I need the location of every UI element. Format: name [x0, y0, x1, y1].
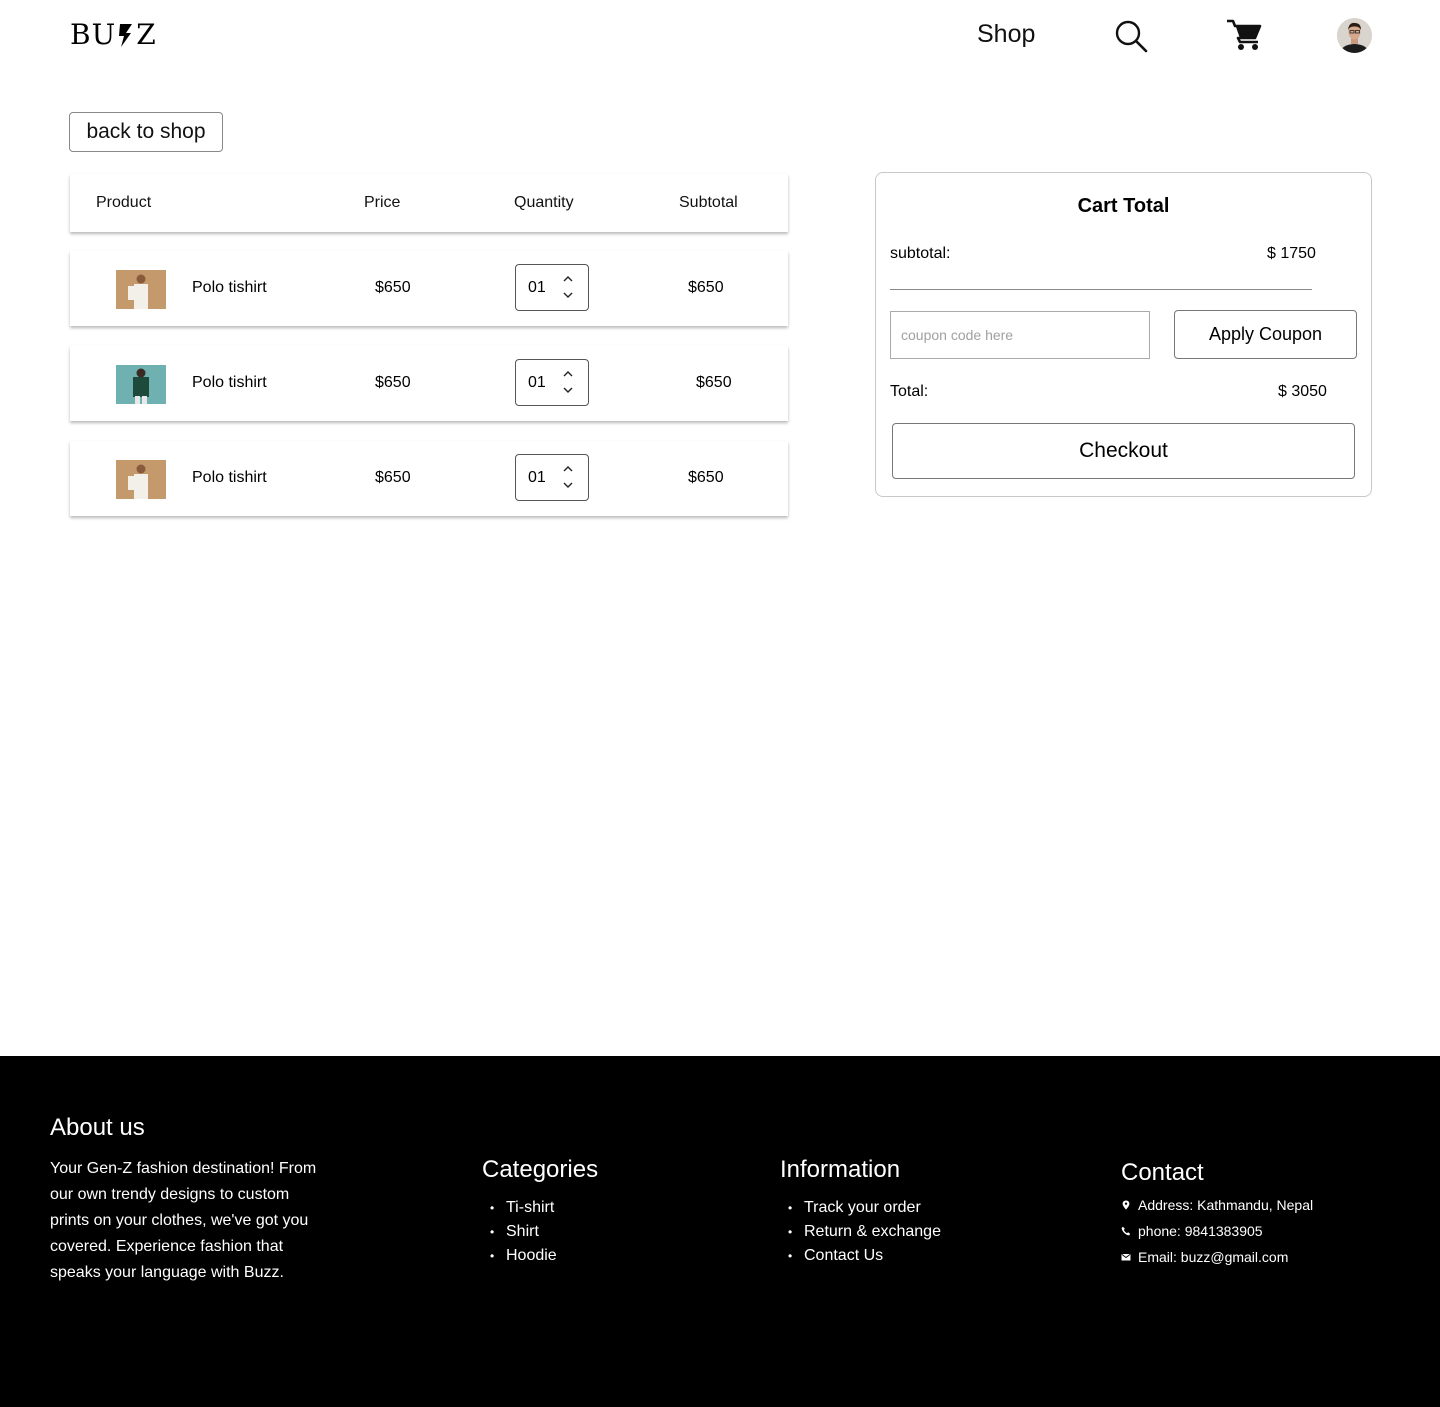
footer-contact-list: Address: Kathmandu, Nepal phone: 9841383… [1121, 1192, 1313, 1270]
footer-link-hoodie[interactable]: Hoodie [482, 1244, 557, 1268]
buzz-logo[interactable]: BU Z [70, 18, 157, 51]
footer-categories-list: Ti-shirt Shirt Hoodie [482, 1196, 557, 1268]
product-name: Polo tishirt [192, 279, 267, 296]
contact-phone: phone: 9841383905 [1121, 1218, 1313, 1244]
product-thumbnail[interactable] [116, 365, 166, 404]
footer-link-shirt[interactable]: Shirt [482, 1220, 557, 1244]
nav-shop-link[interactable]: Shop [977, 20, 1035, 49]
subtotal-label: subtotal: [890, 245, 951, 262]
contact-address: Address: Kathmandu, Nepal [1121, 1192, 1313, 1218]
product-name: Polo tishirt [192, 469, 267, 486]
location-pin-icon [1122, 1200, 1130, 1210]
row-subtotal: $650 [696, 374, 732, 391]
profile-photo [1337, 18, 1372, 53]
row-subtotal: $650 [688, 469, 724, 486]
column-header-product: Product [96, 194, 152, 211]
product-price: $650 [375, 469, 411, 486]
contact-address-text: Address: Kathmandu, Nepal [1138, 1197, 1314, 1213]
cart-table-header: Product Price Quantity Subtotal [70, 174, 788, 232]
column-header-subtotal: Subtotal [679, 194, 738, 211]
cart-total-panel: Cart Total subtotal: $ 1750 Apply Coupon… [875, 172, 1372, 497]
site-footer: About us Your Gen-Z fashion destination!… [0, 1056, 1440, 1407]
back-to-shop-button[interactable]: back to shop [69, 112, 223, 152]
mail-icon [1121, 1253, 1131, 1261]
lightning-icon [119, 23, 133, 47]
product-thumbnail[interactable] [116, 460, 166, 499]
footer-about-title: About us [50, 1114, 145, 1141]
quantity-stepper[interactable]: 01 [515, 359, 589, 406]
footer-link-track-order[interactable]: Track your order [780, 1196, 941, 1220]
contact-email-text[interactable]: Email: buzz@gmail.com [1138, 1249, 1288, 1265]
search-icon[interactable] [1114, 19, 1148, 53]
product-price: $650 [375, 374, 411, 391]
quantity-stepper[interactable]: 01 [515, 454, 589, 501]
cart-icon[interactable] [1226, 18, 1262, 52]
column-header-quantity: Quantity [514, 194, 574, 211]
footer-information-title: Information [780, 1156, 901, 1183]
stepper-arrows-icon[interactable] [562, 274, 574, 300]
phone-icon [1121, 1226, 1131, 1236]
product-name: Polo tishirt [192, 374, 267, 391]
footer-link-contact-us[interactable]: Contact Us [780, 1244, 941, 1268]
product-price: $650 [375, 279, 411, 296]
stepper-arrows-icon[interactable] [562, 464, 574, 490]
contact-phone-text[interactable]: phone: 9841383905 [1138, 1223, 1263, 1239]
quantity-value: 01 [528, 469, 546, 486]
footer-categories-title: Categories [482, 1156, 599, 1183]
coupon-input[interactable] [890, 311, 1150, 359]
divider [890, 289, 1312, 290]
column-header-price: Price [364, 194, 401, 211]
footer-information-list: Track your order Return & exchange Conta… [780, 1196, 941, 1268]
quantity-value: 01 [528, 279, 546, 296]
stepper-arrows-icon[interactable] [562, 369, 574, 395]
user-avatar[interactable] [1337, 18, 1372, 53]
cart-total-title: Cart Total [1077, 195, 1170, 217]
footer-contact-title: Contact [1121, 1159, 1204, 1186]
total-value: $ 3050 [1278, 383, 1327, 400]
quantity-stepper[interactable]: 01 [515, 264, 589, 311]
product-thumbnail[interactable] [116, 270, 166, 309]
site-header: BU Z Shop [0, 0, 1440, 72]
row-subtotal: $650 [688, 279, 724, 296]
total-label: Total: [890, 383, 929, 400]
cart-row: Polo tishirt $650 01 $650 [70, 346, 788, 421]
checkout-button[interactable]: Checkout [892, 423, 1355, 479]
contact-email: Email: buzz@gmail.com [1121, 1244, 1313, 1270]
subtotal-value: $ 1750 [1267, 245, 1316, 262]
footer-link-return-exchange[interactable]: Return & exchange [780, 1220, 941, 1244]
footer-link-tshirt[interactable]: Ti-shirt [482, 1196, 557, 1220]
cart-row: Polo tishirt $650 01 $650 [70, 251, 788, 326]
apply-coupon-button[interactable]: Apply Coupon [1174, 310, 1357, 359]
quantity-value: 01 [528, 374, 546, 391]
footer-about-text: Your Gen-Z fashion destination! From our… [50, 1160, 317, 1281]
cart-row: Polo tishirt $650 01 $650 [70, 441, 788, 516]
